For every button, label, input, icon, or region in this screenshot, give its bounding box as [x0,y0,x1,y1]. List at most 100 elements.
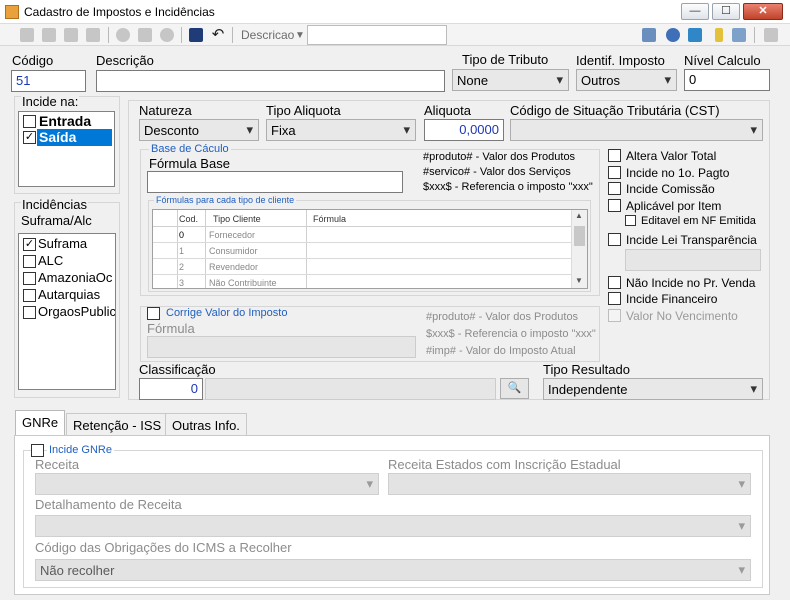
classificacao-field[interactable]: 0 [139,378,203,400]
identif-imposto-select[interactable]: Outros [576,69,677,91]
incide-comissao-label[interactable]: Incide Comissão [626,182,715,196]
corrige-formula-label: Fórmula [147,321,195,336]
scroll-down-icon[interactable]: ▼ [575,276,583,285]
table-row[interactable]: 1 Consumidor [153,244,571,259]
corrige-valor-label[interactable]: Corrige Valor do Imposto [164,307,290,319]
aplicavel-por-item-label[interactable]: Aplicável por Item [626,199,721,213]
exit-icon[interactable] [764,28,778,42]
hint-produto: #produto# - Valor dos Produtos [423,151,576,163]
autarquias-label[interactable]: Autarquias [38,287,100,302]
note-icon[interactable] [715,28,723,42]
refresh-icon[interactable] [688,28,702,42]
incide-financeiro-checkbox[interactable] [608,292,621,305]
orgaospublic-checkbox[interactable] [23,306,36,319]
incidencias-label-line2: Suframa/Alc [21,213,92,228]
incide-gnre-label[interactable]: Incide GNRe [47,444,114,456]
formula-base-field[interactable] [147,171,403,193]
editavel-nf-label[interactable]: Editavel em NF Emitida [641,215,756,227]
detalhamento-label: Detalhamento de Receita [35,497,182,512]
amazoniaoc-label[interactable]: AmazoniaOc [38,270,112,285]
nivel-calculo-label: Nível Calculo [684,53,761,68]
natureza-label: Natureza [139,103,192,118]
chevron-down-icon[interactable]: ▼ [295,30,305,41]
suframa-label[interactable]: Suframa [38,236,87,251]
new-icon[interactable] [20,28,34,42]
aplicavel-por-item-checkbox[interactable] [608,199,621,212]
binoculars-icon[interactable]: 🔍 [500,378,529,399]
entrada-checkbox[interactable] [23,115,36,128]
autarquias-checkbox[interactable] [23,289,36,302]
base-calculo-group-label: Base de Cáculo [149,143,231,155]
table-row[interactable]: 2 Revendedor [153,260,571,275]
grid-scrollbar[interactable]: ▲ ▼ [571,210,587,288]
descricao-field[interactable] [96,70,445,92]
add-icon[interactable] [116,28,130,42]
amazoniaoc-checkbox[interactable] [23,272,36,285]
alc-checkbox[interactable] [23,255,36,268]
tipo-resultado-select[interactable]: Independente [543,378,763,400]
incide-financeiro-label[interactable]: Incide Financeiro [626,292,717,306]
suframa-checkbox[interactable]: ✓ [23,238,36,251]
identif-imposto-label: Identif. Imposto [576,53,665,68]
formulas-grid[interactable]: Cod. Tipo Cliente Fórmula 0 Fornecedor 1… [152,209,588,289]
nao-incide-pr-venda-label[interactable]: Não Incide no Pr. Venda [626,276,755,290]
table-row[interactable]: 3 Não Contribuinte [153,276,571,289]
aliquota-label: Aliquota [424,103,471,118]
altera-valor-total-checkbox[interactable] [608,149,621,162]
receita-label: Receita [35,457,80,472]
tab-outras-info[interactable]: Outras Info. [165,413,247,435]
grid-header-cod: Cod. [179,214,199,224]
editavel-nf-checkbox[interactable] [625,215,636,226]
grid-cell-tipo: Fornecedor [209,230,256,240]
tab-retencao-iss[interactable]: Retenção - ISS [66,413,169,435]
corrige-valor-checkbox[interactable] [147,307,160,320]
scroll-up-icon[interactable]: ▲ [575,211,583,220]
incide-comissao-checkbox[interactable] [608,182,621,195]
cst-select[interactable] [510,119,763,141]
incide-gnre-checkbox[interactable] [31,444,44,457]
undo-icon[interactable]: ↶ [211,27,225,42]
search-field-label[interactable]: Descricao [241,28,294,42]
tipo-aliquota-select[interactable]: Fixa [266,119,416,141]
settings-icon[interactable] [732,28,746,42]
next-icon[interactable] [86,28,100,42]
delete-icon[interactable] [160,28,174,42]
cst-label: Código de Situação Tributária (CST) [510,103,720,118]
tipo-aliquota-label: Tipo Aliquota [266,103,341,118]
descricao-label: Descrição [96,53,154,68]
codigo-field[interactable]: 51 [11,70,86,92]
orgaospublic-label[interactable]: OrgaosPublic [38,304,115,319]
aliquota-field[interactable]: 0,0000 [424,119,504,141]
first-icon[interactable] [42,28,56,42]
receita-select [35,473,379,495]
saida-checkbox[interactable]: ✓ [23,131,36,144]
incide-1o-pagto-checkbox[interactable] [608,166,621,179]
incide-lei-transparencia-label[interactable]: Incide Lei Transparência [626,233,757,247]
tipo-tributo-select[interactable]: None [452,69,569,91]
scroll-thumb[interactable] [574,226,585,246]
close-button[interactable]: ✕ [743,3,783,20]
incide-1o-pagto-label[interactable]: Incide no 1o. Pagto [626,166,729,180]
altera-valor-total-label[interactable]: Altera Valor Total [626,149,716,163]
search-icon[interactable] [666,28,680,42]
minimize-button[interactable]: — [681,3,709,20]
nao-incide-pr-venda-checkbox[interactable] [608,276,621,289]
receita-estados-select [388,473,751,495]
table-row[interactable]: 0 Fornecedor [153,228,571,243]
edit-icon[interactable] [138,28,152,42]
saida-label[interactable]: Saída [39,129,76,145]
hint-imposto-ref: $xxx$ - Referencia o imposto "xxx" [423,181,593,193]
tab-gnre[interactable]: GNRe [15,410,66,436]
incide-label: Incide na: [21,94,80,109]
entrada-label[interactable]: Entrada [39,113,91,129]
grid-header-formula: Fórmula [313,214,347,224]
previous-icon[interactable] [64,28,78,42]
alc-label[interactable]: ALC [38,253,63,268]
natureza-select[interactable]: Desconto [139,119,259,141]
incide-lei-transparencia-checkbox[interactable] [608,233,621,246]
maximize-button[interactable]: ☐ [712,3,740,20]
nivel-calculo-field[interactable]: 0 [684,69,770,91]
report-icon[interactable] [642,28,656,42]
save-icon[interactable] [189,28,203,42]
search-input[interactable] [307,25,447,45]
